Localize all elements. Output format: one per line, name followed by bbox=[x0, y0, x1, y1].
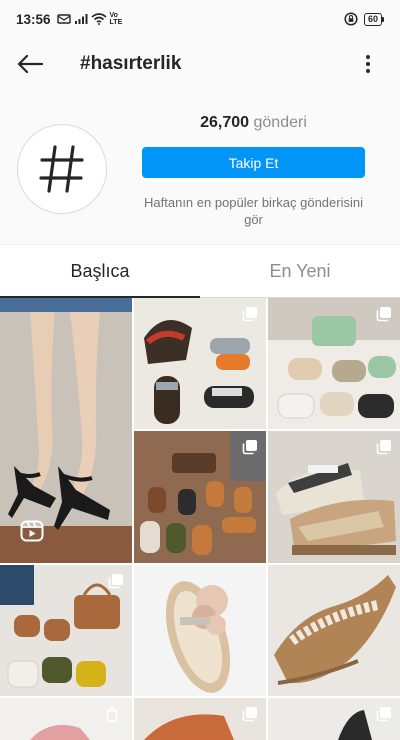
post-image-rope-sandal bbox=[134, 565, 266, 696]
signal-icon bbox=[74, 14, 88, 24]
post-tile[interactable] bbox=[0, 298, 132, 563]
post-tile[interactable] bbox=[134, 565, 266, 696]
post-tile[interactable] bbox=[268, 565, 400, 696]
post-tile[interactable] bbox=[268, 298, 400, 429]
multiple-posts-icon bbox=[242, 707, 257, 722]
reel-icon bbox=[20, 520, 44, 542]
app-header: #hasırterlik bbox=[0, 38, 400, 90]
status-bar: 13:56 Vo LTE 60 bbox=[0, 0, 400, 38]
multiple-posts-icon bbox=[242, 307, 257, 322]
post-tile[interactable] bbox=[268, 698, 400, 740]
multiple-posts-icon bbox=[376, 307, 391, 322]
status-icons-right: 60 bbox=[344, 12, 384, 26]
hashtag-icon bbox=[39, 145, 84, 193]
volte-indicator: Vo LTE bbox=[109, 12, 123, 26]
post-tile[interactable] bbox=[134, 298, 266, 429]
posts-count-label: gönderi bbox=[253, 114, 307, 131]
battery-level: 60 bbox=[363, 12, 382, 26]
back-button[interactable] bbox=[0, 38, 60, 90]
post-image-pearl-mule bbox=[268, 565, 400, 696]
post-tile[interactable] bbox=[0, 565, 132, 696]
posts-count: 26,700 gönderi bbox=[142, 114, 365, 132]
alarm-lock-icon bbox=[344, 12, 358, 26]
hashtag-avatar bbox=[17, 124, 107, 214]
battery-indicator: 60 bbox=[363, 12, 384, 26]
tab-top[interactable]: Başlıca bbox=[0, 245, 200, 298]
top-posts-hint: Haftanın en popüler birkaç gönderisini g… bbox=[144, 195, 363, 227]
tab-recent[interactable]: En Yeni bbox=[200, 245, 400, 298]
wifi-icon bbox=[91, 13, 107, 25]
multiple-posts-icon bbox=[376, 707, 391, 722]
multiple-posts-icon bbox=[108, 574, 123, 589]
mail-notification-icon bbox=[56, 14, 71, 24]
multiple-posts-icon bbox=[376, 440, 391, 455]
feed-tabs: Başlıca En Yeni bbox=[0, 244, 400, 298]
shopping-bag-icon bbox=[106, 706, 118, 722]
status-time: 13:56 bbox=[16, 11, 51, 27]
posts-count-value: 26,700 bbox=[200, 114, 250, 131]
post-grid bbox=[0, 298, 400, 740]
back-arrow-icon bbox=[17, 54, 43, 74]
post-tile[interactable] bbox=[134, 431, 266, 563]
status-icons-left: Vo LTE bbox=[56, 12, 124, 26]
more-vertical-icon bbox=[366, 55, 370, 73]
page-title: #hasırterlik bbox=[80, 53, 182, 74]
hashtag-profile: 26,700 gönderi Takip Et Haftanın en popü… bbox=[0, 90, 400, 244]
post-tile[interactable] bbox=[134, 698, 266, 740]
follow-button[interactable]: Takip Et bbox=[142, 147, 365, 178]
more-options-button[interactable] bbox=[354, 50, 382, 78]
multiple-posts-icon bbox=[242, 440, 257, 455]
post-tile[interactable] bbox=[0, 698, 132, 740]
post-tile[interactable] bbox=[268, 431, 400, 563]
battery-tip bbox=[382, 16, 384, 22]
